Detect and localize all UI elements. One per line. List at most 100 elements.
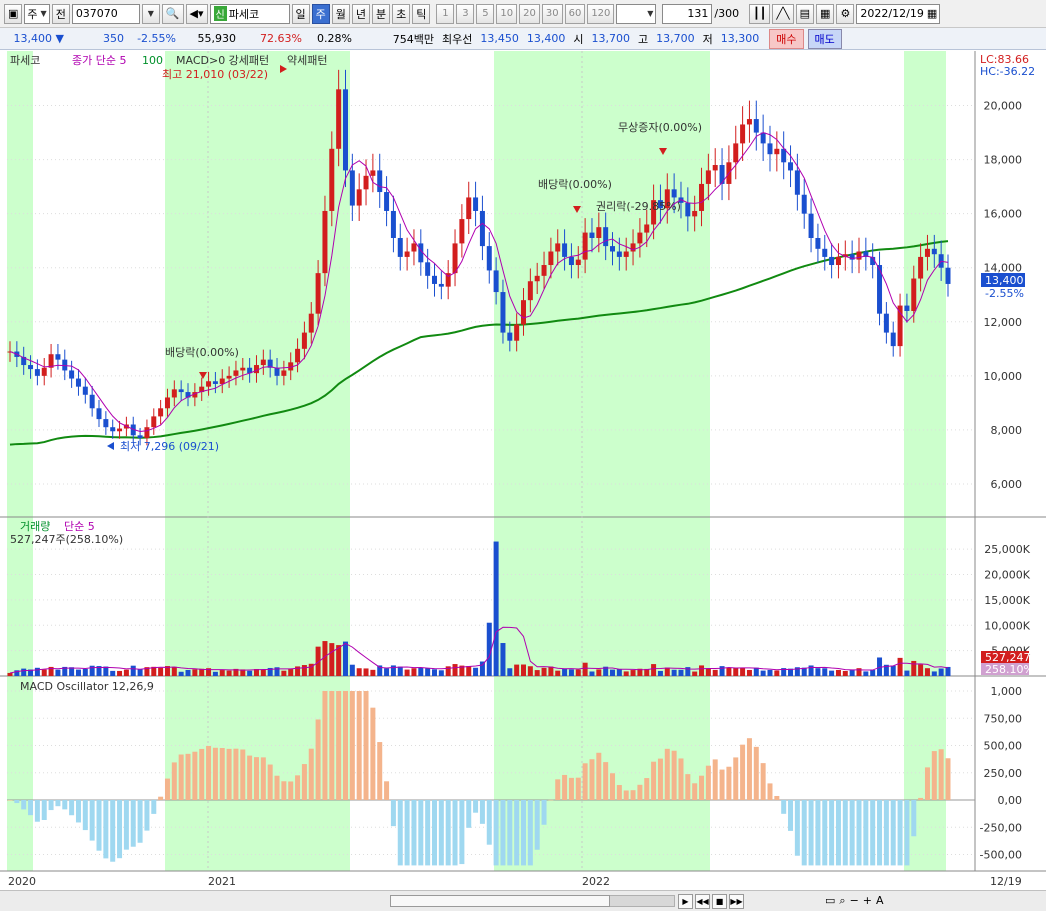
speaker-icon[interactable]: ◀▾ — [185, 3, 208, 24]
type-select[interactable]: 주 ▼ — [24, 3, 50, 24]
volume-bar — [911, 660, 917, 676]
macd-bar — [918, 797, 924, 800]
search-icon[interactable]: 🔍 — [161, 3, 184, 24]
volume-bar — [363, 668, 369, 676]
period-year[interactable]: 년 — [351, 3, 370, 24]
candle-body — [370, 170, 376, 176]
candle-body — [527, 281, 533, 301]
volume-bar — [870, 670, 876, 676]
candle-icon[interactable]: ┃┃ — [749, 3, 771, 24]
scroll-rewind-icon[interactable]: ◀◀ — [695, 894, 710, 909]
stock-name-field[interactable]: 신 파세코 — [209, 3, 290, 24]
candle-body — [774, 148, 780, 155]
chart-scrollbar[interactable]: ▶ ◀◀ ■ ▶▶ ▭ ⌕ − + A — [0, 890, 1046, 911]
volume-bar — [384, 668, 390, 676]
pattern-label: MACD>0 강세패턴 — [176, 54, 269, 67]
scroll-forward-icon[interactable]: ▶▶ — [729, 894, 744, 909]
macd-bar — [397, 800, 403, 866]
window-icon[interactable]: ▣ — [4, 3, 23, 24]
period-second[interactable]: 초 — [392, 3, 411, 24]
stock-chart[interactable]: 6,000 8,000 10,000 12,000 14,000 16,000 18,000… — [0, 51, 1046, 891]
macd-bar — [616, 785, 622, 800]
draw-icon[interactable]: ╱╲ — [772, 3, 794, 24]
period-month[interactable]: 월 — [331, 3, 350, 24]
period-day[interactable]: 일 — [291, 3, 310, 24]
macd-bar — [466, 800, 472, 828]
macd-bar — [418, 800, 424, 866]
quote-bar: 13,400 ▼ 350 -2.55% 55,930 72.63% 0.28% … — [0, 28, 1046, 50]
candle-body — [55, 354, 61, 360]
candle-body — [685, 202, 691, 217]
candle-body — [411, 243, 417, 252]
count-total: /300 — [714, 7, 740, 20]
volume-bar — [123, 669, 129, 676]
macd-bar — [788, 800, 794, 831]
range-20[interactable]: 20 — [519, 3, 540, 24]
macd-bar — [835, 800, 841, 866]
range-select[interactable]: ▼ — [616, 3, 657, 24]
print-icon[interactable]: ▦ — [816, 3, 835, 24]
macd-bar — [575, 777, 581, 800]
save-icon[interactable]: ▤ — [795, 3, 815, 24]
period-week[interactable]: 주 — [311, 3, 330, 24]
scroll-stop-icon[interactable]: ■ — [712, 894, 727, 909]
macd-bar — [247, 755, 253, 800]
candle-body — [384, 192, 390, 211]
period-minute[interactable]: 분 — [372, 3, 391, 24]
period-tick[interactable]: 틱 — [412, 3, 431, 24]
x-label-right: 12/19 — [990, 875, 1022, 888]
macd-tick-label: 1,000 — [991, 685, 1023, 698]
scroll-play-icon[interactable]: ▶ — [678, 894, 693, 909]
macd-bar — [651, 761, 657, 800]
volume-bar — [664, 667, 670, 676]
range-10[interactable]: 10 — [496, 3, 518, 24]
range-1[interactable]: 1 — [436, 3, 455, 24]
zoom-in-icon[interactable]: + — [863, 894, 872, 908]
volume-bar — [562, 668, 568, 676]
x-label-2020: 2020 — [8, 875, 36, 888]
buy-button[interactable]: 매수 — [769, 28, 804, 49]
volume-bar — [904, 670, 910, 676]
window-split-icon[interactable]: ▭ — [825, 894, 835, 908]
macd-bar — [685, 774, 691, 800]
macd-bar — [253, 757, 259, 800]
quote-price-value: 13,400 — [13, 32, 53, 45]
volume-bar — [890, 665, 896, 676]
macd-bar — [96, 800, 102, 851]
zoom-icon[interactable]: ⌕ — [839, 894, 845, 908]
prefix-button[interactable]: 전 — [51, 3, 70, 24]
range-60[interactable]: 60 — [564, 3, 586, 24]
count-input[interactable]: 131 — [662, 3, 713, 24]
volume-tick-label: 10,000K — [984, 619, 1030, 632]
date-input[interactable]: 2022/12/19 ▦ — [856, 3, 941, 24]
range-30[interactable]: 30 — [541, 3, 563, 24]
candle-body — [295, 348, 301, 363]
range-3[interactable]: 3 — [456, 3, 475, 24]
low-arrow-icon — [107, 442, 114, 450]
scroll-thumb[interactable] — [390, 895, 610, 907]
range-5[interactable]: 5 — [476, 3, 495, 24]
macd-bar — [219, 747, 225, 800]
macd-bar — [829, 800, 835, 866]
sell-button[interactable]: 매도 — [807, 28, 842, 49]
volume-title: 거래량 — [20, 520, 50, 533]
zoom-out-icon[interactable]: − — [850, 894, 859, 908]
range-120[interactable]: 120 — [587, 3, 615, 24]
annotation-bonus: 무상증자(0.00%) — [618, 121, 702, 134]
volume-bar — [610, 669, 616, 676]
price-tick-label: 12,000 — [984, 316, 1023, 329]
chart-area[interactable]: 6,000 8,000 10,000 12,000 14,000 16,000 18,000… — [0, 51, 1046, 891]
candle-body — [233, 370, 239, 376]
gear-icon[interactable]: ⚙ — [836, 3, 855, 24]
candle-body — [507, 332, 513, 341]
code-dropdown-icon[interactable]: ▼ — [141, 3, 160, 24]
volume-bar — [370, 669, 376, 676]
candle-body — [746, 119, 752, 125]
macd-bar — [781, 800, 787, 814]
quote-change-pct: -2.55% — [137, 32, 176, 45]
font-icon[interactable]: A — [876, 894, 884, 908]
last-change-label: -2.55% — [985, 287, 1024, 300]
volume-bar — [760, 670, 766, 676]
candle-body — [479, 210, 485, 247]
stock-code-input[interactable]: 037070 — [71, 3, 140, 24]
